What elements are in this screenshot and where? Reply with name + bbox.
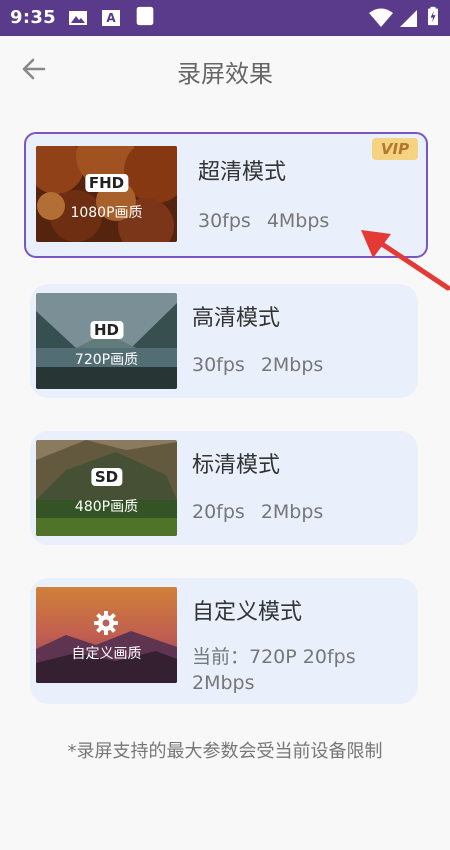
mode-card-custom[interactable]: 自定义画质 自定义模式 当前：720P 20fps 2Mbps xyxy=(30,578,418,704)
thumbnail-hd: HD 720P画质 xyxy=(36,293,177,389)
mode-stats-sd: 20fps 2Mbps xyxy=(192,501,339,523)
wifi-icon xyxy=(369,8,393,27)
fps-fhd: 30fps xyxy=(198,210,251,232)
image-icon xyxy=(69,11,87,25)
quality-badge-sd: SD xyxy=(90,468,123,486)
mode-current-custom: 当前：720P 20fps 2Mbps xyxy=(192,646,356,694)
header: 录屏效果 xyxy=(0,36,450,102)
fps-sd: 20fps xyxy=(192,501,245,523)
quality-badge-fhd: FHD xyxy=(84,174,129,192)
thumbnail-custom: 自定义画质 xyxy=(36,587,177,683)
battery-icon xyxy=(428,6,438,26)
bitrate-sd: 2Mbps xyxy=(260,501,324,523)
mode-name-custom: 自定义模式 xyxy=(192,600,303,625)
mode-name-hd: 高清模式 xyxy=(192,306,281,331)
svg-text:A: A xyxy=(106,11,116,25)
quality-badge-hd: HD xyxy=(89,321,124,339)
thumb-label-custom: 自定义画质 xyxy=(71,646,142,662)
footnote: *录屏支持的最大参数会受当前设备限制 xyxy=(67,741,383,762)
a-icon: A xyxy=(102,10,120,26)
status-bar: 9:35 A xyxy=(0,0,450,36)
fps-hd: 30fps xyxy=(192,354,245,376)
status-time: 9:35 xyxy=(10,7,56,28)
mode-stats-fhd: 30fps 4Mbps xyxy=(198,210,345,232)
signal-icon xyxy=(400,10,417,27)
mode-card-hd[interactable]: HD 720P画质 高清模式 30fps 2Mbps xyxy=(30,284,418,398)
square-icon xyxy=(136,6,154,26)
pointer-arrow-icon xyxy=(361,230,450,291)
bitrate-fhd: 4Mbps xyxy=(266,210,330,232)
thumb-label-sd: 480P画质 xyxy=(74,499,139,515)
mode-card-sd[interactable]: SD 480P画质 标清模式 20fps 2Mbps xyxy=(30,431,418,545)
thumb-label-hd: 720P画质 xyxy=(74,352,139,368)
thumbnail-fhd: FHD 1080P画质 xyxy=(36,146,177,242)
thumbnail-sd: SD 480P画质 xyxy=(36,440,177,536)
page-title: 录屏效果 xyxy=(177,60,273,88)
vip-badge: VIP xyxy=(372,138,418,160)
bitrate-hd: 2Mbps xyxy=(260,354,324,376)
mode-name-sd: 标清模式 xyxy=(192,453,281,478)
mode-name-fhd: 超清模式 xyxy=(198,160,287,185)
thumb-label-fhd: 1080P画质 xyxy=(70,205,143,221)
gear-icon xyxy=(94,611,118,635)
mode-stats-hd: 30fps 2Mbps xyxy=(192,354,339,376)
